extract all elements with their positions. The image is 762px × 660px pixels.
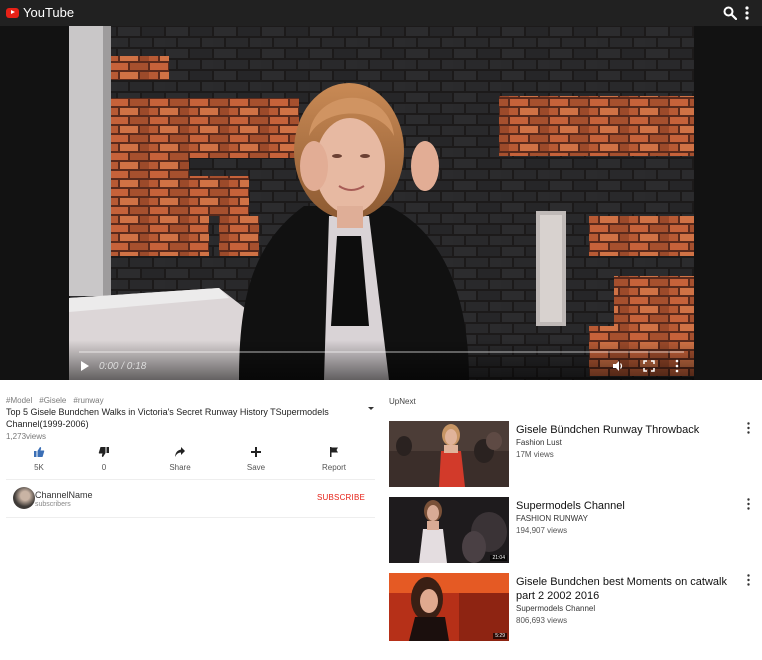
flag-icon — [330, 447, 338, 457]
play-icon[interactable] — [80, 360, 90, 372]
player-controls: 0:00 / 0:18 — [69, 340, 694, 380]
divider — [6, 517, 375, 518]
like-button[interactable]: 5K — [9, 446, 69, 472]
video-frame — [69, 26, 694, 380]
video-thumbnail[interactable] — [389, 421, 509, 487]
more-vert-icon[interactable] — [746, 422, 751, 434]
thumbnail-image — [389, 497, 509, 563]
search-icon[interactable] — [723, 6, 737, 20]
progress-bar[interactable] — [79, 351, 684, 353]
upnext-title[interactable]: Gisele Bundchen best Moments on catwalk … — [516, 575, 741, 603]
video-player[interactable]: 0:00 / 0:18 — [69, 26, 694, 380]
upnext-views: 17M views — [516, 450, 554, 459]
tag-link[interactable]: #Gisele — [39, 396, 66, 405]
expand-arrow-icon[interactable] — [367, 404, 375, 412]
subscribe-button[interactable]: SUBSCRIBE — [317, 493, 365, 502]
fullscreen-icon[interactable] — [643, 360, 655, 372]
report-label: Report — [321, 463, 346, 472]
add-icon — [251, 447, 261, 457]
video-duration: 5:29 — [493, 633, 507, 639]
thumb-up-icon — [34, 447, 45, 457]
report-button[interactable]: Report — [304, 446, 364, 472]
save-label: Save — [246, 463, 266, 472]
channel-name[interactable]: ChannelName — [35, 490, 93, 500]
video-title: Top 5 Gisele Bundchen Walks in Victoria'… — [6, 407, 329, 429]
video-player-area: 0:00 / 0:18 — [0, 26, 762, 380]
upnext-channel: FASHION RUNWAY — [516, 514, 589, 523]
channel-avatar[interactable] — [13, 487, 35, 509]
dislike-button[interactable]: 0 — [74, 446, 134, 472]
thumbnail-image — [389, 573, 509, 641]
youtube-logo-icon — [6, 7, 19, 18]
share-label: Share — [169, 463, 191, 472]
divider — [6, 479, 375, 480]
more-vert-icon[interactable] — [746, 574, 751, 586]
video-thumbnail[interactable]: 21:04 — [389, 497, 509, 563]
upnext-item[interactable]: 21:04 Supermodels Channel FASHION RUNWAY… — [389, 497, 754, 563]
channel-row: ChannelName subscribers SUBSCRIBE — [13, 487, 375, 511]
upnext-views: 194,907 views — [516, 526, 568, 535]
channel-subscribers: subscribers — [35, 501, 71, 508]
tag-link[interactable]: #Model — [6, 396, 32, 405]
player-more-vert-icon[interactable] — [674, 359, 680, 373]
action-bar: 5K 0 Share Save Report — [0, 446, 375, 476]
more-vert-icon[interactable] — [744, 5, 750, 21]
save-button[interactable]: Save — [226, 446, 286, 472]
time-display: 0:00 / 0:18 — [99, 361, 147, 372]
upnext-views: 806,693 views — [516, 616, 568, 625]
share-icon — [175, 447, 185, 457]
youtube-logo[interactable]: YouTube — [6, 5, 74, 20]
video-tags: #Model #Gisele #runway — [6, 396, 104, 405]
more-vert-icon[interactable] — [746, 498, 751, 510]
upnext-heading: UpNext — [389, 397, 416, 406]
upnext-title[interactable]: Gisele Bündchen Runway Throwback — [516, 423, 741, 437]
upnext-channel: Supermodels Channel — [516, 604, 596, 613]
upnext-item[interactable]: Gisele Bündchen Runway Throwback Fashion… — [389, 421, 754, 487]
volume-icon[interactable] — [612, 360, 624, 372]
video-thumbnail[interactable]: 5:29 — [389, 573, 509, 641]
dislike-count: 0 — [101, 463, 107, 472]
thumbnail-image — [389, 421, 509, 487]
upnext-title[interactable]: Supermodels Channel — [516, 499, 741, 513]
upnext-item[interactable]: 5:29 Gisele Bundchen best Moments on cat… — [389, 573, 754, 641]
top-app-bar: YouTube — [0, 0, 762, 26]
share-button[interactable]: Share — [150, 446, 210, 472]
upnext-channel: Fashion Lust — [516, 438, 562, 447]
view-count: 1,273views — [6, 432, 47, 441]
like-count: 5K — [34, 463, 44, 472]
app-name: YouTube — [23, 5, 75, 20]
thumb-down-icon — [98, 447, 109, 457]
video-duration: 21:04 — [490, 555, 507, 561]
tag-link[interactable]: #runway — [73, 396, 103, 405]
